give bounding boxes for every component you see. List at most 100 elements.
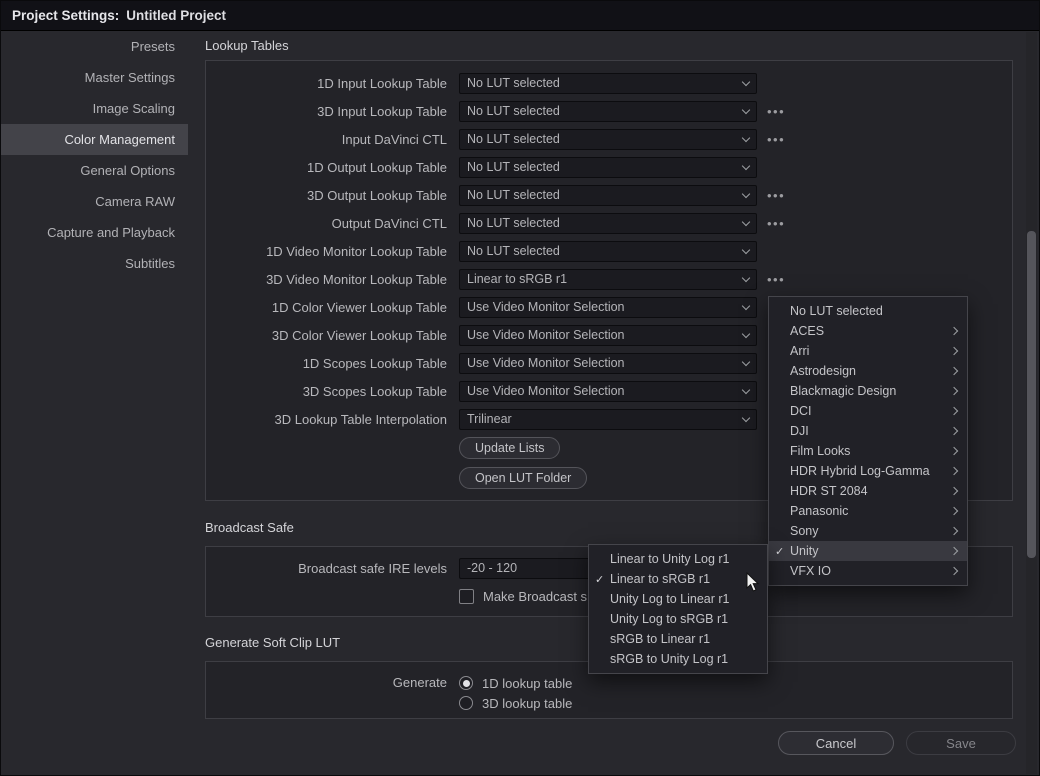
sidebar-item-label: Color Management — [64, 132, 175, 147]
submenu-item-label: sRGB to Linear r1 — [610, 632, 757, 646]
more-options-button[interactable]: ••• — [767, 216, 785, 231]
more-options-button[interactable]: ••• — [767, 272, 785, 287]
generate-options: 1D lookup table 3D lookup table — [447, 673, 572, 713]
menu-item[interactable]: ✓ Blackmagic Design — [769, 381, 967, 401]
lut-dropdown[interactable]: No LUT selected — [459, 185, 757, 206]
menu-item[interactable]: ✓ Unity — [769, 541, 967, 561]
sidebar-item[interactable]: Image Scaling — [1, 93, 188, 124]
open-lut-folder-button[interactable]: Open LUT Folder — [459, 467, 587, 489]
lut-dropdown-value: Use Video Monitor Selection — [467, 300, 743, 314]
generate-option-row: 1D lookup table — [447, 673, 572, 693]
submenu-item-label: Unity Log to sRGB r1 — [610, 612, 757, 626]
generate-row: Generate 1D lookup table 3D lookup table — [206, 673, 1012, 713]
submenu-item[interactable]: ✓ sRGB to Linear r1 — [589, 629, 767, 649]
lut-row-label: 1D Color Viewer Lookup Table — [206, 300, 447, 315]
generate-label: Generate — [206, 673, 447, 693]
menu-item[interactable]: ✓ No LUT selected — [769, 301, 967, 321]
submenu-item[interactable]: ✓ sRGB to Unity Log r1 — [589, 649, 767, 669]
lut-dropdown-value: Use Video Monitor Selection — [467, 356, 743, 370]
more-options-button[interactable]: ••• — [767, 188, 785, 203]
lut-dropdown[interactable]: Linear to sRGB r1 — [459, 269, 757, 290]
lut-dropdown[interactable]: Use Video Monitor Selection — [459, 381, 757, 402]
lut-dropdown[interactable]: No LUT selected — [459, 101, 757, 122]
chevron-down-icon — [742, 302, 750, 310]
menu-item[interactable]: ✓ HDR Hybrid Log-Gamma — [769, 461, 967, 481]
sidebar-item[interactable]: Master Settings — [1, 62, 188, 93]
submenu-item[interactable]: ✓ Linear to Unity Log r1 — [589, 549, 767, 569]
submenu-arrow-icon — [950, 427, 958, 435]
menu-item-label: Film Looks — [790, 444, 943, 458]
menu-item[interactable]: ✓ DJI — [769, 421, 967, 441]
cancel-button[interactable]: Cancel — [778, 731, 894, 755]
sidebar-item-label: Presets — [131, 39, 175, 54]
submenu-arrow-icon — [950, 547, 958, 555]
menu-item-label: Sony — [790, 524, 943, 538]
make-broadcast-safe-checkbox[interactable] — [459, 589, 474, 604]
sidebar-item[interactable]: Color Management — [1, 124, 188, 155]
chevron-down-icon — [742, 106, 750, 114]
radio-button[interactable] — [459, 696, 473, 710]
lut-dropdown-value: Use Video Monitor Selection — [467, 384, 743, 398]
lut-dropdown-value: No LUT selected — [467, 188, 743, 202]
more-options-button[interactable]: ••• — [767, 104, 785, 119]
lut-dropdown[interactable]: No LUT selected — [459, 241, 757, 262]
chevron-down-icon — [742, 218, 750, 226]
chevron-down-icon — [742, 358, 750, 366]
menu-item[interactable]: ✓ Panasonic — [769, 501, 967, 521]
lut-row-label: 3D Color Viewer Lookup Table — [206, 328, 447, 343]
menu-item-label: Blackmagic Design — [790, 384, 943, 398]
lut-dropdown[interactable]: Use Video Monitor Selection — [459, 325, 757, 346]
menu-item[interactable]: ✓ Astrodesign — [769, 361, 967, 381]
lut-row: Output DaVinci CTL No LUT selected ••• — [206, 209, 1012, 237]
submenu-item[interactable]: ✓ Linear to sRGB r1 — [589, 569, 767, 589]
window-title: Project Settings: — [12, 8, 119, 23]
lut-row: 1D Video Monitor Lookup Table No LUT sel… — [206, 237, 1012, 265]
menu-item[interactable]: ✓ ACES — [769, 321, 967, 341]
scrollbar-thumb[interactable] — [1027, 231, 1036, 558]
menu-item[interactable]: ✓ DCI — [769, 401, 967, 421]
sidebar-item[interactable]: Presets — [1, 31, 188, 62]
lut-dropdown[interactable]: No LUT selected — [459, 213, 757, 234]
submenu-item[interactable]: ✓ Unity Log to sRGB r1 — [589, 609, 767, 629]
save-button[interactable]: Save — [906, 731, 1016, 755]
menu-item[interactable]: ✓ VFX IO — [769, 561, 967, 581]
lut-row-label: 1D Video Monitor Lookup Table — [206, 244, 447, 259]
radio-button[interactable] — [459, 676, 473, 690]
menu-item[interactable]: ✓ Arri — [769, 341, 967, 361]
lut-dropdown[interactable]: No LUT selected — [459, 157, 757, 178]
submenu-arrow-icon — [950, 327, 958, 335]
menu-item-label: Panasonic — [790, 504, 943, 518]
menu-item[interactable]: ✓ Sony — [769, 521, 967, 541]
sidebar-item[interactable]: Capture and Playback — [1, 217, 188, 248]
lut-dropdown-value: No LUT selected — [467, 216, 743, 230]
lut-dropdown[interactable]: No LUT selected — [459, 73, 757, 94]
lut-row: 3D Video Monitor Lookup Table Linear to … — [206, 265, 1012, 293]
menu-item[interactable]: ✓ Film Looks — [769, 441, 967, 461]
sidebar-item[interactable]: Subtitles — [1, 248, 188, 279]
lut-dropdown[interactable]: Use Video Monitor Selection — [459, 297, 757, 318]
lut-row-label: Output DaVinci CTL — [206, 216, 447, 231]
lut-dropdown-value: Use Video Monitor Selection — [467, 328, 743, 342]
project-settings-window: Project Settings: Untitled Project Prese… — [0, 0, 1040, 776]
sidebar: Presets Master Settings Image Scaling Co… — [1, 31, 188, 279]
sidebar-item[interactable]: Camera RAW — [1, 186, 188, 217]
lut-row-label: 1D Scopes Lookup Table — [206, 356, 447, 371]
lut-row-label: 1D Output Lookup Table — [206, 160, 447, 175]
lut-dropdown[interactable]: Trilinear — [459, 409, 757, 430]
radio-label: 1D lookup table — [482, 676, 572, 691]
lut-dropdown[interactable]: No LUT selected — [459, 129, 757, 150]
chevron-down-icon — [742, 330, 750, 338]
lut-row: 1D Output Lookup Table No LUT selected •… — [206, 153, 1012, 181]
sidebar-item[interactable]: General Options — [1, 155, 188, 186]
more-options-button[interactable]: ••• — [767, 132, 785, 147]
menu-item-label: HDR Hybrid Log-Gamma — [790, 464, 943, 478]
lut-row: 3D Output Lookup Table No LUT selected •… — [206, 181, 1012, 209]
lut-dropdown[interactable]: Use Video Monitor Selection — [459, 353, 757, 374]
menu-item[interactable]: ✓ HDR ST 2084 — [769, 481, 967, 501]
submenu-item[interactable]: ✓ Unity Log to Linear r1 — [589, 589, 767, 609]
update-lists-button[interactable]: Update Lists — [459, 437, 560, 459]
submenu-arrow-icon — [950, 387, 958, 395]
soft-clip-heading: Generate Soft Clip LUT — [205, 635, 340, 651]
sidebar-item-label: General Options — [80, 163, 175, 178]
lut-row-label: 3D Scopes Lookup Table — [206, 384, 447, 399]
